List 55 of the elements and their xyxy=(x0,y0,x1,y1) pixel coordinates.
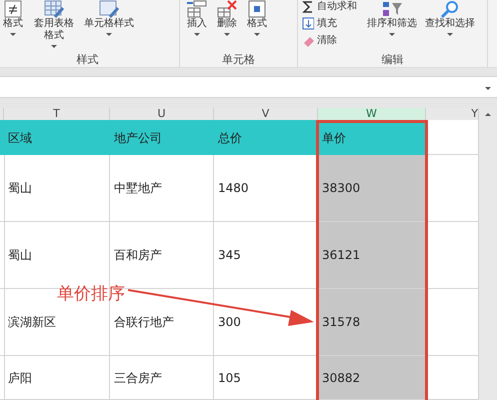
empty-cell xyxy=(426,222,479,289)
eraser-icon xyxy=(302,34,314,47)
dropdown-caret-icon[interactable] xyxy=(485,87,491,90)
empty-cell xyxy=(426,289,479,356)
table-brush-icon xyxy=(98,0,120,18)
table-cell: 345 xyxy=(214,222,318,289)
table-cell: 30882 xyxy=(318,356,426,400)
ribbon-button[interactable]: 自动求和 xyxy=(302,0,357,13)
ribbon-button[interactable]: 单元格样式 xyxy=(82,0,136,36)
column-header[interactable]: U xyxy=(110,108,214,120)
empty-cell xyxy=(426,155,479,222)
sort-filter-icon xyxy=(381,0,403,18)
table-cell: 中墅地产 xyxy=(110,155,214,222)
ribbon-button[interactable]: 查找和选择 xyxy=(423,0,477,36)
ribbon-button[interactable]: 排序和筛选 xyxy=(365,0,419,36)
dropdown-caret-icon[interactable] xyxy=(106,33,112,36)
dropdown-caret-icon[interactable] xyxy=(10,33,16,36)
down-arrow-icon xyxy=(302,17,314,30)
column-header[interactable]: V xyxy=(214,108,318,120)
table-cell: 蜀山 xyxy=(4,155,110,222)
table-delete-icon xyxy=(216,0,238,18)
table-cell: 36121 xyxy=(318,222,426,289)
group-label: 样式 xyxy=(76,53,100,67)
table-header-cell: 单价 xyxy=(318,120,426,155)
dropdown-caret-icon[interactable] xyxy=(51,45,57,48)
column-header[interactable]: T xyxy=(4,108,110,120)
scrollbar[interactable] xyxy=(479,108,497,400)
column-header[interactable]: Y xyxy=(426,108,479,120)
dropdown-caret-icon[interactable] xyxy=(254,33,260,36)
sigma-icon xyxy=(302,0,314,13)
table-brush-icon xyxy=(43,0,65,18)
dropdown-caret-icon[interactable] xyxy=(447,33,453,36)
dropdown-caret-icon[interactable] xyxy=(224,33,230,36)
ribbon-button[interactable]: 插入 xyxy=(184,0,210,36)
ribbon-button[interactable]: 填充 xyxy=(302,17,357,30)
table-cell: 105 xyxy=(214,356,318,400)
table-header-cell: 地产公司 xyxy=(110,120,214,155)
column-header[interactable]: W xyxy=(318,108,426,120)
ribbon-button[interactable]: 格式 xyxy=(0,0,26,36)
group-label: 单元格 xyxy=(221,53,256,67)
table-header-cell: 区域 xyxy=(4,120,110,155)
dropdown-caret-icon[interactable] xyxy=(389,33,395,36)
scroll-up-icon[interactable] xyxy=(485,113,491,116)
table-cell: 庐阳 xyxy=(4,356,110,400)
table-cell: 38300 xyxy=(318,155,426,222)
ribbon-button[interactable]: 套用表格格式 xyxy=(30,0,78,48)
table-cell: 31578 xyxy=(318,289,426,356)
group-label: 编辑 xyxy=(380,53,404,67)
dropdown-caret-icon[interactable] xyxy=(194,33,200,36)
table-header-cell: 总价 xyxy=(214,120,318,155)
ribbon-button[interactable]: 格式 xyxy=(244,0,270,36)
ribbon-button[interactable]: 删除 xyxy=(214,0,240,36)
ribbon-button[interactable]: 清除 xyxy=(302,34,357,47)
table-cell: 三合房产 xyxy=(110,356,214,400)
table-cell: 1480 xyxy=(214,155,318,222)
